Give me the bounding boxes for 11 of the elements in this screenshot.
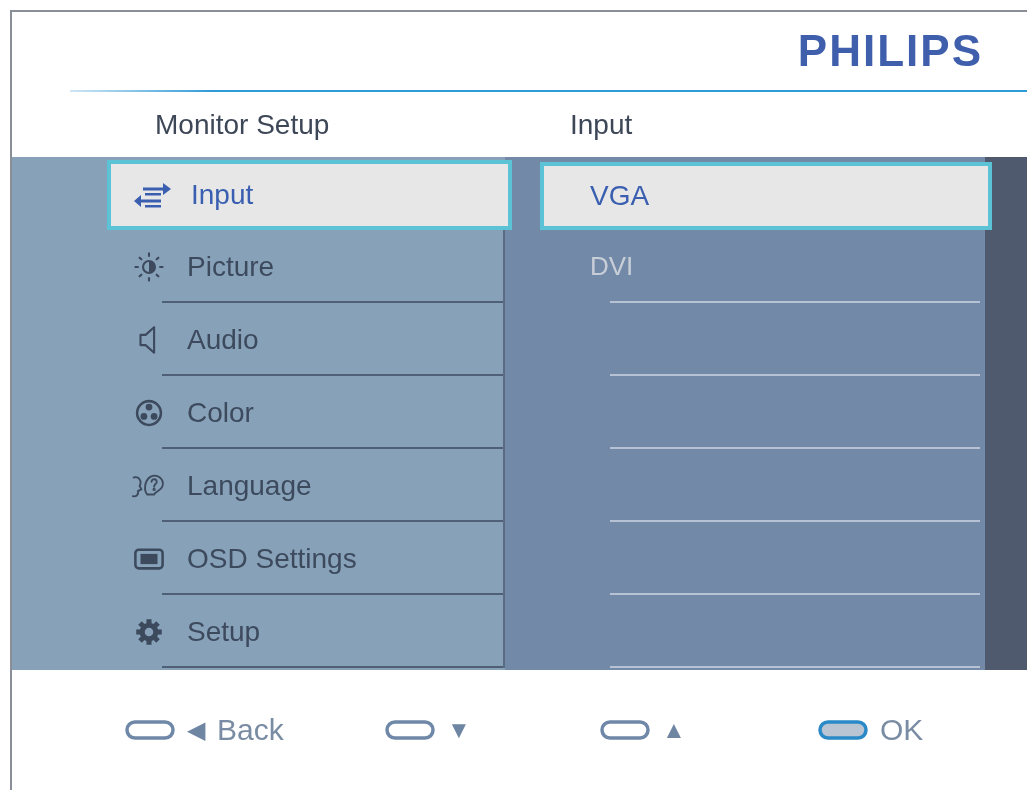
menu-item[interactable]: Input [107, 160, 512, 230]
key-label: Back [217, 713, 284, 747]
input-option[interactable]: DVI [540, 230, 985, 303]
input-option[interactable]: VGA [540, 162, 992, 230]
submenu-title: Input [570, 108, 633, 141]
arrow-glyph: ▲ [662, 716, 686, 744]
key-label: OK [880, 713, 924, 747]
arrow-glyph: ▼ [447, 716, 471, 744]
arrow-glyph: ◀ [187, 716, 205, 744]
brand-logo: PHILIPS [797, 26, 983, 76]
menu-title: Monitor Setup [155, 108, 331, 141]
